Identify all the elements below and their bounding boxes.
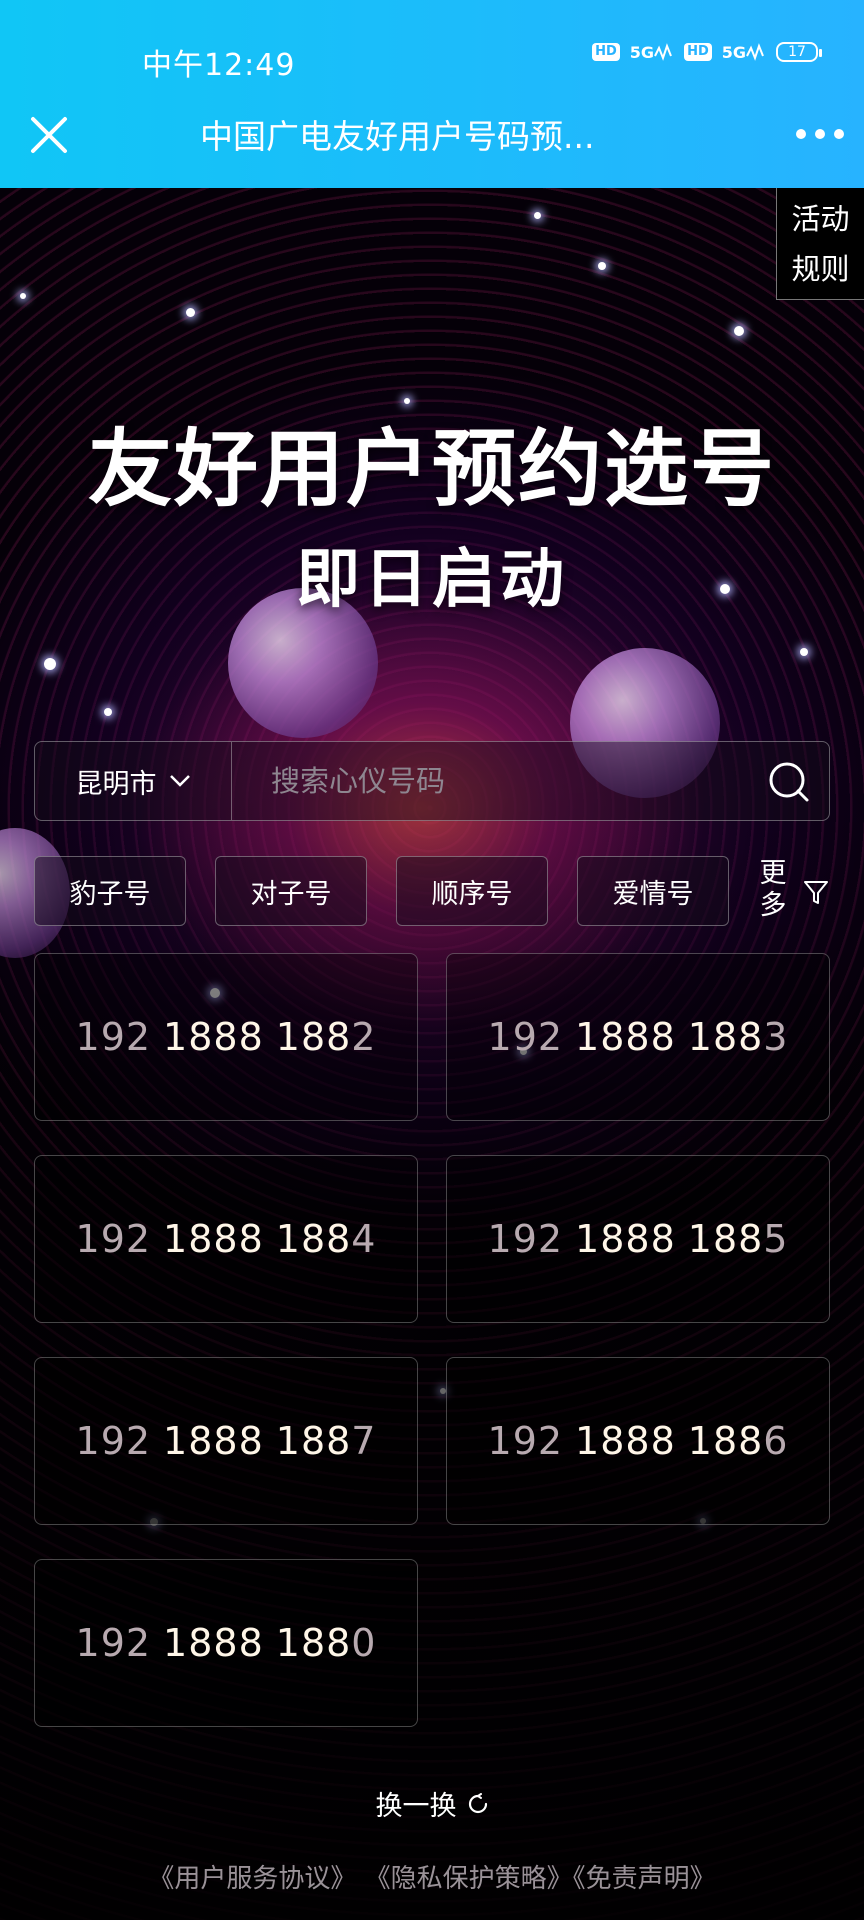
sparkle-decoration [534,212,541,219]
filter-icon [804,881,828,904]
sparkle-decoration [800,648,808,656]
refresh-icon [468,1792,487,1813]
sparkle-decoration [44,658,56,670]
sparkle-decoration [20,293,26,299]
filter-bar: 豹子号 对子号 顺序号 爱情号 更 多 [34,856,830,928]
sparkle-decoration [104,708,112,716]
number-card[interactable]: 192 1888 188 4 [34,1155,418,1323]
status-time: 中午12:49 [142,48,296,83]
city-select[interactable]: 昆明市 [35,742,232,820]
number-card[interactable]: 192 1888 188 2 [34,953,418,1121]
hero-section: 活动 规则 友好用户预约选号 即日启动 昆明市 豹子号 对子号 顺序号 爱情号 … [0,188,864,1920]
status-icons: HD 5G HD 5G 17 [592,42,822,62]
footer-links: 《用户服务协议》 《隐私保护策略》《免责声明》 [0,1858,864,1895]
search-bar: 昆明市 [34,741,830,821]
battery-icon: 17 [776,42,822,62]
page-title: 中国广电友好用户号码预... [200,117,595,156]
hd-icon: HD [592,43,620,61]
number-card[interactable]: 192 1888 188 5 [446,1155,830,1323]
hd-icon: HD [684,43,712,61]
activity-rules-button[interactable]: 活动 规则 [776,188,864,300]
headline: 友好用户预约选号 [87,420,776,518]
search-icon[interactable] [767,760,811,804]
sparkle-decoration [186,308,195,317]
filter-chip-pair[interactable]: 对子号 [215,856,367,926]
filter-chip-sequence[interactable]: 顺序号 [396,856,548,926]
number-card[interactable]: 192 1888 188 6 [446,1357,830,1525]
more-filter-button[interactable]: 更 多 [758,856,830,926]
subheadline: 即日启动 [296,543,568,617]
nav-bar: 中国广电友好用户号码预... [0,96,864,188]
refresh-button[interactable]: 换一换 [0,1784,864,1823]
signal-5g-icon: 5G [722,42,766,62]
privacy-policy-link[interactable]: 《隐私保护策略》 [365,1864,573,1894]
more-options-icon[interactable] [796,124,844,144]
filter-chip-leopard[interactable]: 豹子号 [34,856,186,926]
signal-5g-icon: 5G [630,42,674,62]
close-icon[interactable] [28,114,70,156]
disclaimer-link[interactable]: 《免责声明》 [573,1864,716,1894]
user-agreement-link[interactable]: 《用户服务协议》 [148,1864,356,1894]
sparkle-decoration [734,326,744,336]
search-input[interactable] [231,742,741,820]
chevron-down-icon [169,775,190,787]
number-card[interactable]: 192 1888 188 7 [34,1357,418,1525]
number-card[interactable]: 192 1888 188 3 [446,953,830,1121]
city-label: 昆明市 [75,768,157,800]
battery-level: 17 [788,44,806,60]
number-card[interactable]: 192 1888 188 0 [34,1559,418,1727]
sparkle-decoration [598,262,606,270]
filter-chip-love[interactable]: 爱情号 [577,856,729,926]
